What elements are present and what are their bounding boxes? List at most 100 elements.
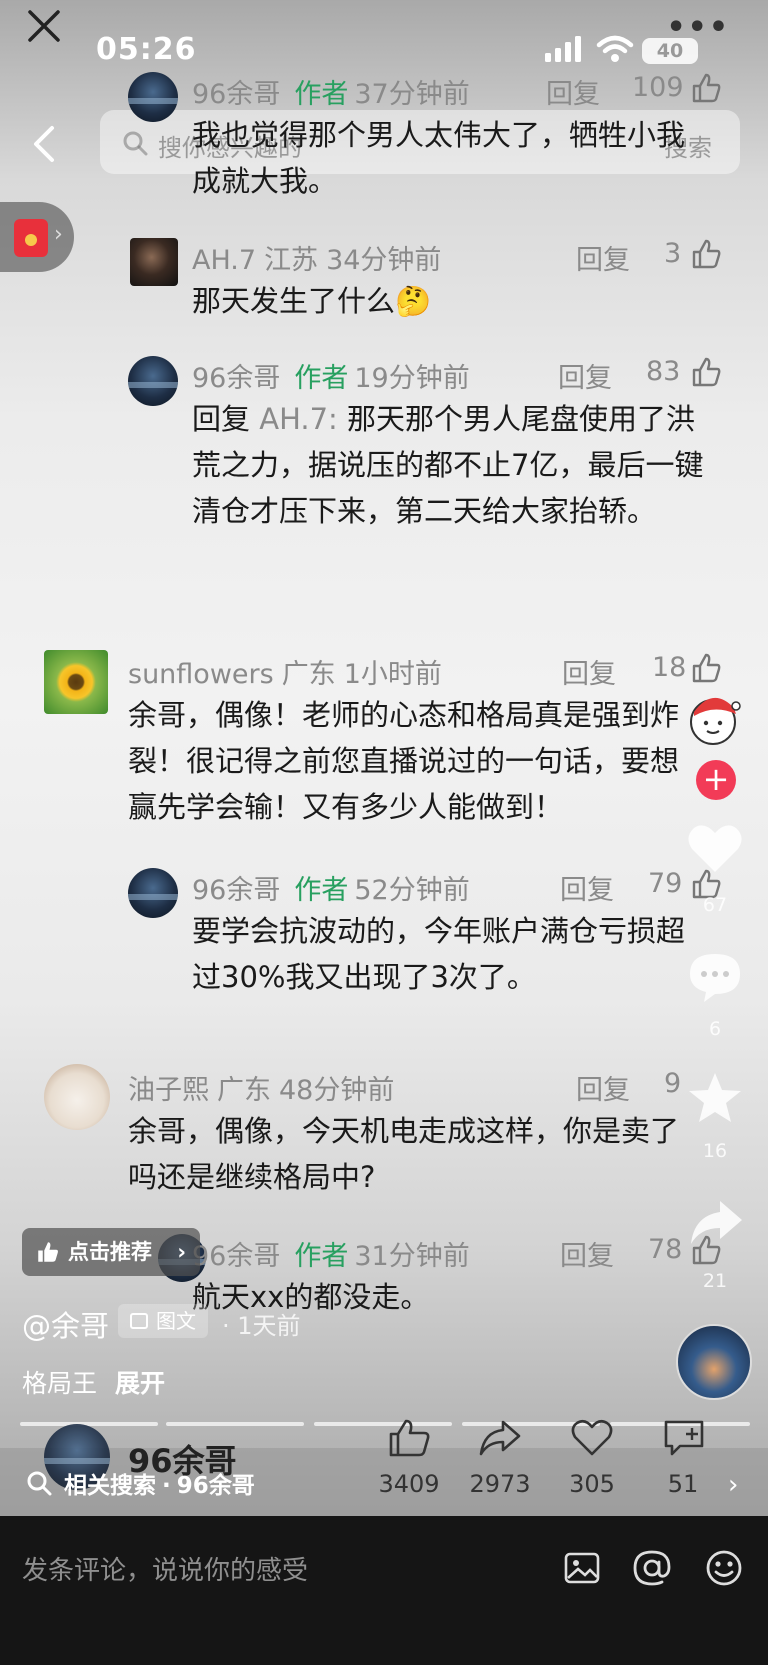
reply-button[interactable]: 回复 — [558, 356, 612, 395]
thumbs-up-icon — [38, 1242, 58, 1262]
follow-plus-button[interactable]: + — [696, 760, 736, 800]
stat-like-count: 3409 — [378, 1470, 440, 1498]
like-count: 79 — [648, 868, 683, 899]
comment-text: 要学会抗波动的，今年账户满仓亏损超过30%我又出现了3次了。 — [192, 914, 686, 994]
like-count: 18 — [652, 652, 687, 683]
comment-time: 52分钟前 — [354, 875, 470, 906]
commenter-name[interactable]: 96余哥 — [192, 363, 280, 394]
carousel-progress-segment — [314, 1422, 452, 1426]
share-arrow-icon[interactable] — [478, 1418, 522, 1458]
expand-caption-link[interactable]: 展开 — [115, 1369, 165, 1398]
comment-meta: 96余哥 作者 37分钟前 — [192, 72, 478, 111]
comment-meta: sunflowers 广东 1小时前 — [128, 652, 450, 691]
reply-button[interactable]: 回复 — [576, 1068, 630, 1107]
star-icon[interactable] — [686, 1070, 744, 1126]
chevron-right-icon: › — [177, 1240, 186, 1264]
comment-bubble-icon[interactable] — [686, 950, 744, 1004]
commenter-name[interactable]: 油子熙 — [128, 1075, 209, 1106]
related-query: 96余哥 — [176, 1473, 255, 1499]
avatar[interactable] — [128, 356, 178, 406]
commenter-region: 广东 — [217, 1075, 271, 1106]
comment-meta: AH.7 江苏 34分钟前 — [192, 238, 449, 277]
battery-indicator: 40 — [642, 38, 698, 64]
comment-time: 37分钟前 — [354, 79, 470, 110]
comment-text: 我也觉得那个男人太伟大了，牺牲小我成就大我。 — [192, 118, 686, 198]
comment-time: 19分钟前 — [354, 363, 470, 394]
side-comment-count: 6 — [708, 1018, 722, 1040]
commenter-name[interactable]: 96余哥 — [192, 1241, 280, 1272]
avatar[interactable] — [128, 868, 178, 918]
reply-button[interactable]: 回复 — [560, 1234, 614, 1273]
cellular-signal-icon — [545, 36, 581, 62]
chevron-right-icon: › — [54, 222, 63, 247]
reply-button[interactable]: 回复 — [562, 652, 616, 691]
commenter-region: 广东 — [281, 659, 336, 690]
creator-avatar-icon[interactable] — [684, 690, 742, 748]
red-packet-button[interactable]: › — [0, 202, 74, 272]
search-icon — [123, 131, 148, 156]
recommend-label: 点击推荐 — [68, 1240, 152, 1264]
reply-button[interactable]: 回复 — [576, 238, 630, 277]
post-type-tag: 图文 — [118, 1304, 208, 1338]
comment-meta: 96余哥 作者 52分钟前 — [192, 868, 478, 907]
comment-text: 余哥，偶像，今天机电走成这样，你是卖了吗还是继续格局中? — [128, 1114, 680, 1194]
comment-time: 48分钟前 — [279, 1075, 395, 1106]
avatar[interactable] — [44, 650, 108, 714]
reply-target[interactable]: AH.7: — [259, 402, 338, 436]
recommend-button[interactable]: 点击推荐 › — [22, 1228, 200, 1276]
thumbs-up-icon[interactable] — [690, 238, 722, 270]
thumbs-up-icon[interactable] — [690, 72, 722, 104]
commenter-name[interactable]: sunflowers — [128, 659, 274, 690]
related-separator: · — [162, 1473, 171, 1499]
comment-time: 1小时前 — [343, 659, 442, 690]
comment-input[interactable]: 发条评论，说说你的感受 — [22, 1550, 308, 1587]
post-author-handle[interactable]: @余哥 — [22, 1303, 109, 1345]
commenter-name[interactable]: 96余哥 — [192, 875, 280, 906]
red-packet-icon — [14, 219, 48, 257]
comment-meta: 96余哥 作者 31分钟前 — [192, 1234, 478, 1273]
avatar[interactable] — [44, 1064, 110, 1130]
like-count: 9 — [664, 1068, 682, 1099]
reply-button[interactable]: 回复 — [546, 72, 600, 111]
post-type-label: 图文 — [156, 1309, 196, 1333]
avatar[interactable] — [128, 72, 178, 122]
author-badge: 作者 — [294, 875, 349, 906]
caption-text: 格局王 — [22, 1369, 98, 1398]
share-arrow-icon[interactable] — [688, 1198, 744, 1248]
thumbs-up-icon[interactable] — [690, 356, 722, 388]
back-arrow-icon[interactable] — [28, 124, 58, 164]
emoji-icon[interactable] — [704, 1548, 744, 1588]
like-count: 78 — [648, 1234, 683, 1265]
comment-time: 34分钟前 — [326, 245, 442, 276]
side-like-count: 67 — [702, 894, 728, 916]
avatar[interactable] — [130, 238, 178, 286]
commenter-name[interactable]: AH.7 — [192, 245, 256, 276]
side-favorite-count: 16 — [702, 1140, 728, 1162]
close-icon[interactable] — [24, 6, 64, 46]
related-search-label[interactable]: 相关搜索 · 96余哥 — [64, 1466, 255, 1500]
image-post-icon — [130, 1313, 148, 1329]
like-count: 109 — [632, 72, 684, 103]
search-icon — [27, 1471, 52, 1496]
comment-meta: 96余哥 作者 19分钟前 — [192, 356, 478, 395]
post-caption: 格局王 展开 — [22, 1364, 165, 1400]
commenter-name[interactable]: 96余哥 — [192, 79, 280, 110]
side-share-count: 21 — [702, 1270, 728, 1292]
comment-add-icon[interactable] — [662, 1418, 706, 1458]
chevron-right-icon[interactable]: › — [728, 1470, 738, 1500]
music-disc-avatar[interactable] — [676, 1324, 752, 1400]
comment-text: 那天发生了什么🤔 — [192, 284, 432, 318]
heart-icon[interactable] — [686, 822, 744, 876]
author-badge: 作者 — [294, 1241, 349, 1272]
mention-at-icon[interactable] — [632, 1548, 672, 1588]
thumbs-up-icon[interactable] — [690, 652, 722, 684]
heart-outline-icon[interactable] — [570, 1418, 614, 1458]
author-badge: 作者 — [294, 363, 349, 394]
image-upload-icon[interactable] — [562, 1548, 602, 1588]
related-label: 相关搜索 — [64, 1473, 156, 1499]
thumbs-up-icon[interactable] — [387, 1418, 431, 1458]
like-count: 83 — [646, 356, 681, 387]
stat-comment-count: 51 — [667, 1470, 699, 1498]
reply-button[interactable]: 回复 — [560, 868, 614, 907]
comment-time: 31分钟前 — [354, 1241, 470, 1272]
